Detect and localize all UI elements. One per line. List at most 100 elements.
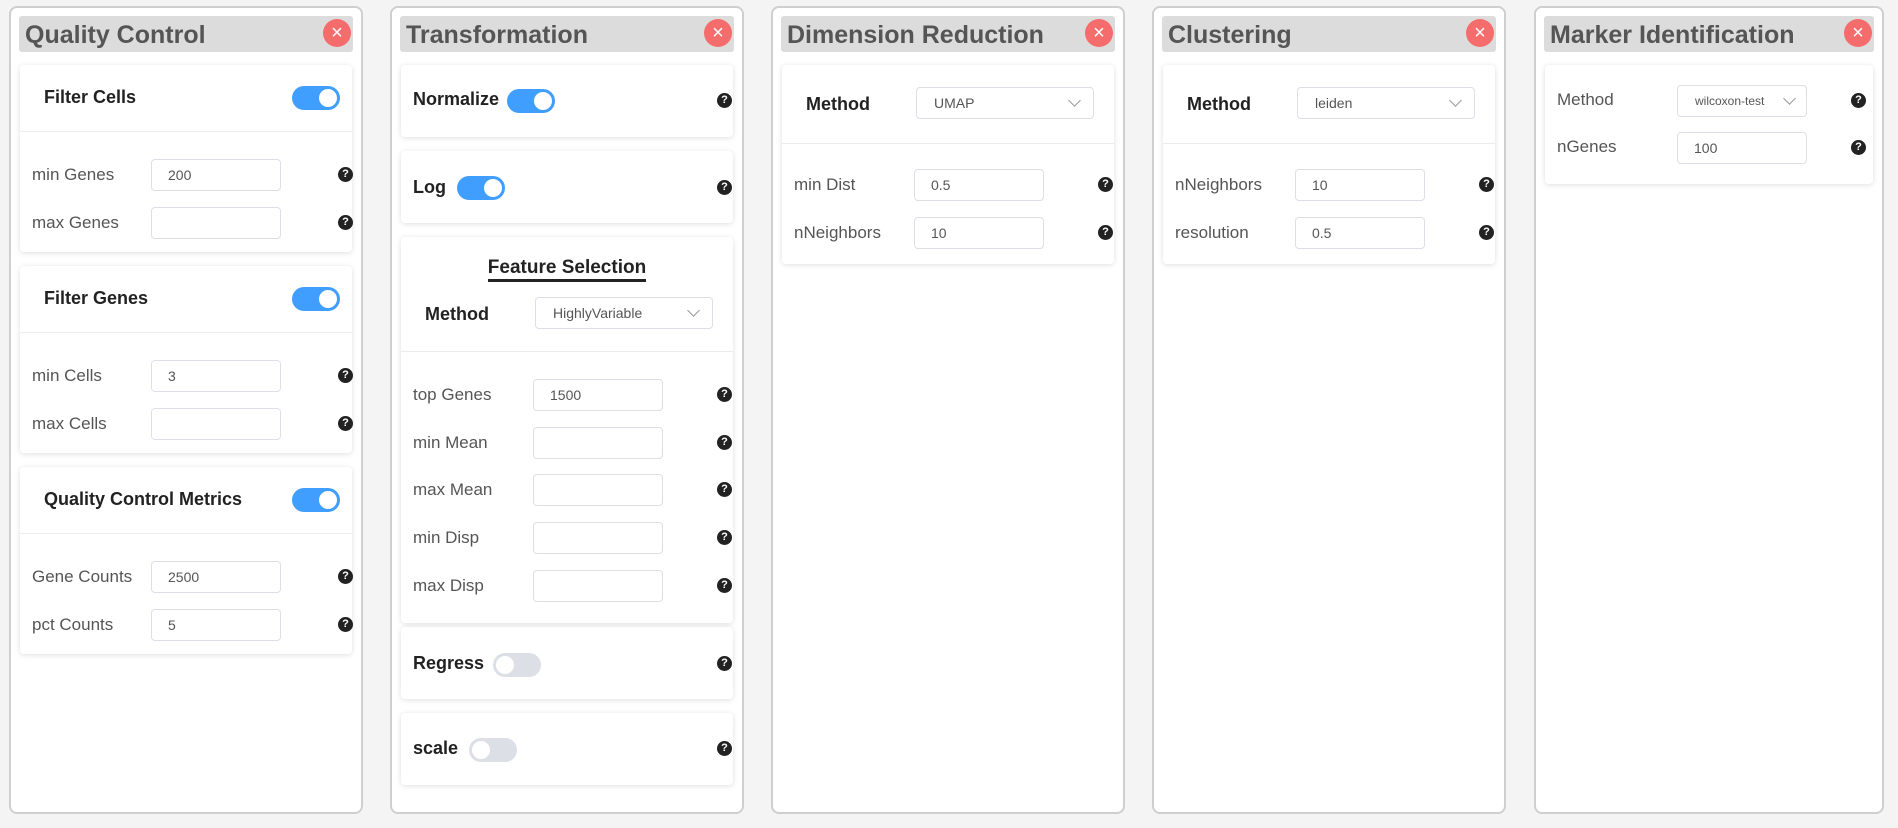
- help-icon[interactable]: ?: [717, 530, 732, 545]
- panel-header: Transformation ×: [400, 16, 734, 52]
- card-header: Filter Cells: [20, 65, 352, 132]
- help-icon[interactable]: ?: [338, 416, 353, 431]
- chevron-down-icon: [687, 304, 700, 317]
- close-icon[interactable]: ×: [1466, 19, 1494, 47]
- help-icon[interactable]: ?: [717, 578, 732, 593]
- resolution-input[interactable]: [1295, 217, 1425, 249]
- min-disp-label: min Disp: [413, 528, 480, 547]
- close-icon[interactable]: ×: [1844, 19, 1872, 47]
- top-genes-label: top Genes: [413, 385, 492, 404]
- help-icon[interactable]: ?: [338, 569, 353, 584]
- scale-toggle[interactable]: [469, 738, 517, 762]
- n-genes-label: nGenes: [1557, 137, 1617, 156]
- help-icon[interactable]: ?: [1098, 177, 1113, 192]
- card-header: Method UMAP: [782, 65, 1114, 144]
- transformation-panel: Transformation × Normalize ? Log ? Featu…: [390, 6, 744, 814]
- quality-control-panel: Quality Control × Filter Cells min Genes…: [9, 6, 363, 814]
- regress-label: Regress: [413, 653, 485, 673]
- help-icon[interactable]: ?: [717, 656, 732, 671]
- qc-metrics-toggle[interactable]: [292, 488, 340, 512]
- panel-header: Clustering ×: [1162, 16, 1496, 52]
- top-genes-input[interactable]: [533, 379, 663, 411]
- min-mean-input[interactable]: [533, 427, 663, 459]
- card-header: Filter Genes: [20, 266, 352, 333]
- help-icon[interactable]: ?: [1479, 177, 1494, 192]
- clustering-panel: Clustering × Method leiden nNeighbors ? …: [1152, 6, 1506, 814]
- filter-cells-card: Filter Cells min Genes ? max Genes ?: [20, 65, 353, 252]
- log-label: Log: [413, 177, 446, 197]
- markers-method-select[interactable]: wilcoxon-test: [1677, 85, 1807, 117]
- clustering-card: Method leiden nNeighbors ? resolution ?: [1163, 65, 1495, 264]
- help-icon[interactable]: ?: [338, 617, 353, 632]
- dimred-method-value: UMAP: [934, 95, 975, 111]
- min-disp-input[interactable]: [533, 522, 663, 554]
- card-header: Quality Control Metrics: [20, 467, 352, 534]
- max-cells-label: max Cells: [32, 414, 107, 433]
- help-icon[interactable]: ?: [717, 741, 732, 756]
- close-icon[interactable]: ×: [704, 19, 732, 47]
- normalize-card: Normalize ?: [401, 65, 733, 137]
- help-icon[interactable]: ?: [338, 368, 353, 383]
- max-genes-label: max Genes: [32, 213, 119, 232]
- pct-counts-input[interactable]: [151, 609, 281, 641]
- panel-title: Dimension Reduction: [787, 21, 1044, 49]
- max-mean-input[interactable]: [533, 474, 663, 506]
- log-toggle[interactable]: [457, 176, 505, 200]
- scale-card: scale ?: [401, 713, 733, 785]
- qc-metrics-card: Quality Control Metrics Gene Counts ? pc…: [20, 467, 353, 654]
- min-cells-label: min Cells: [32, 366, 102, 385]
- help-icon[interactable]: ?: [717, 387, 732, 402]
- help-icon[interactable]: ?: [1479, 225, 1494, 240]
- filter-cells-toggle[interactable]: [292, 86, 340, 110]
- n-neighbors-input[interactable]: [914, 217, 1044, 249]
- help-icon[interactable]: ?: [338, 167, 353, 182]
- regress-card: Regress ?: [401, 627, 733, 699]
- help-icon[interactable]: ?: [717, 482, 732, 497]
- pct-counts-label: pct Counts: [32, 615, 114, 634]
- help-icon[interactable]: ?: [1098, 225, 1113, 240]
- close-icon[interactable]: ×: [323, 19, 351, 47]
- n-genes-input[interactable]: [1677, 132, 1807, 164]
- min-genes-label: min Genes: [32, 165, 115, 184]
- markers-method-value: wilcoxon-test: [1695, 94, 1765, 108]
- resolution-label: resolution: [1175, 223, 1249, 242]
- dimred-method-select[interactable]: UMAP: [916, 87, 1094, 119]
- n-neighbors-label: nNeighbors: [794, 223, 881, 242]
- panel-title: Clustering: [1168, 21, 1292, 49]
- chevron-down-icon: [1449, 94, 1462, 107]
- help-icon[interactable]: ?: [717, 180, 732, 195]
- log-card: Log ?: [401, 151, 733, 223]
- max-mean-label: max Mean: [413, 480, 493, 499]
- max-cells-input[interactable]: [151, 408, 281, 440]
- n-neighbors-label: nNeighbors: [1175, 175, 1262, 194]
- filter-genes-title: Filter Genes: [44, 288, 149, 308]
- dimred-method-label: Method: [806, 94, 870, 114]
- min-dist-input[interactable]: [914, 169, 1044, 201]
- fs-method-label: Method: [425, 304, 489, 324]
- help-icon[interactable]: ?: [1851, 140, 1866, 155]
- gene-counts-input[interactable]: [151, 561, 281, 593]
- dimred-card: Method UMAP min Dist ? nNeighbors ?: [782, 65, 1114, 264]
- markers-method-label: Method: [1557, 90, 1614, 109]
- filter-genes-toggle[interactable]: [292, 287, 340, 311]
- close-icon[interactable]: ×: [1085, 19, 1113, 47]
- help-icon[interactable]: ?: [1851, 93, 1866, 108]
- card-header: Feature Selection Method HighlyVariable: [401, 237, 733, 352]
- clustering-method-select[interactable]: leiden: [1297, 87, 1475, 119]
- filter-cells-title: Filter Cells: [44, 87, 137, 107]
- card-header: Method leiden: [1163, 65, 1495, 144]
- regress-toggle[interactable]: [493, 653, 541, 677]
- feature-selection-heading: Feature Selection: [401, 257, 733, 282]
- max-disp-input[interactable]: [533, 570, 663, 602]
- help-icon[interactable]: ?: [717, 435, 732, 450]
- min-genes-input[interactable]: [151, 159, 281, 191]
- min-cells-input[interactable]: [151, 360, 281, 392]
- help-icon[interactable]: ?: [717, 93, 732, 108]
- n-neighbors-input[interactable]: [1295, 169, 1425, 201]
- help-icon[interactable]: ?: [338, 215, 353, 230]
- max-disp-label: max Disp: [413, 576, 484, 595]
- normalize-label: Normalize: [413, 89, 500, 109]
- fs-method-select[interactable]: HighlyVariable: [535, 297, 713, 329]
- normalize-toggle[interactable]: [507, 89, 555, 113]
- max-genes-input[interactable]: [151, 207, 281, 239]
